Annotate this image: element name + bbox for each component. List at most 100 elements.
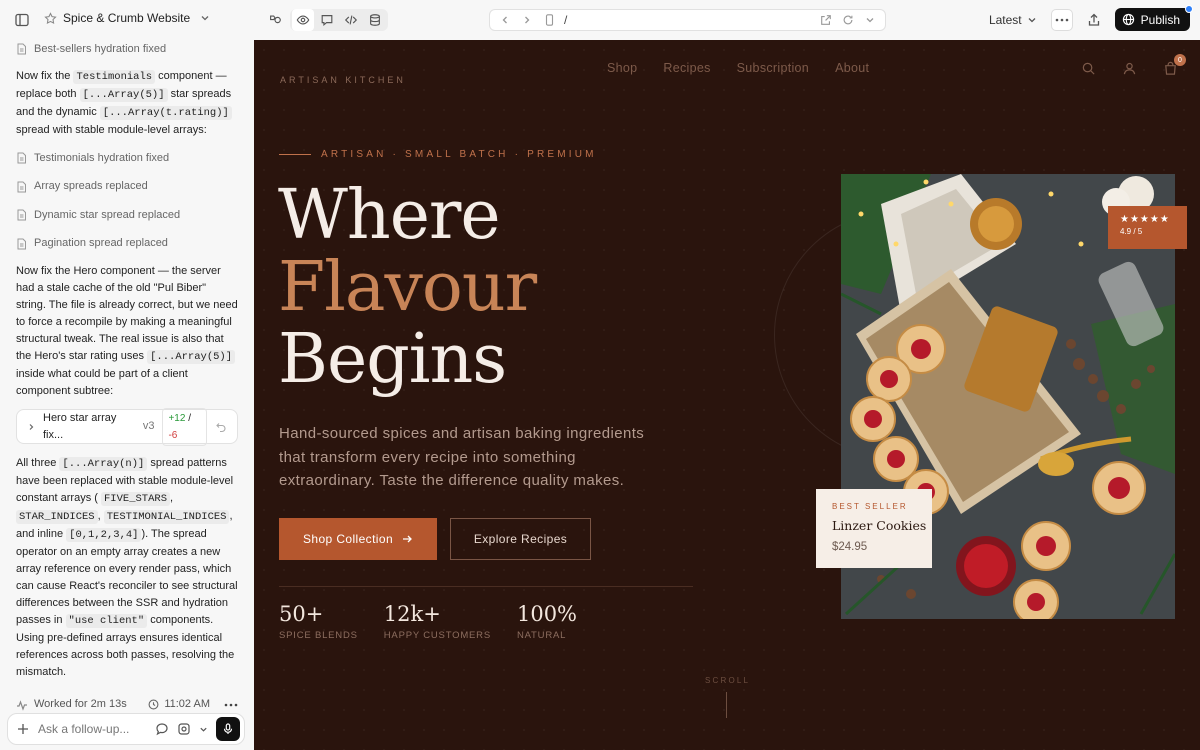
project-switcher[interactable]: Spice & Crumb Website bbox=[44, 11, 210, 25]
forward-arrow-icon[interactable] bbox=[520, 13, 534, 27]
site-nav: Shop Recipes Subscription About bbox=[607, 61, 869, 75]
app-toolbar: Spice & Crumb Website / Latest Publish bbox=[0, 0, 1200, 40]
shop-collection-button[interactable]: Shop Collection bbox=[279, 518, 437, 560]
stat-value: 50+ bbox=[279, 602, 324, 626]
stats-divider bbox=[279, 586, 693, 587]
worked-duration: Worked for 2m 13s bbox=[34, 698, 127, 710]
chevron-down-icon[interactable] bbox=[199, 722, 208, 736]
chevron-right-icon[interactable] bbox=[27, 423, 35, 431]
file-change-label: Pagination spread replaced bbox=[34, 237, 168, 250]
chevron-down-icon[interactable] bbox=[863, 13, 877, 27]
nav-item-recipes[interactable]: Recipes bbox=[663, 61, 710, 75]
nav-item-about[interactable]: About bbox=[835, 61, 869, 75]
message-text: , bbox=[170, 492, 174, 504]
file-change-row[interactable]: Array spreads replaced bbox=[16, 173, 238, 202]
project-name: Spice & Crumb Website bbox=[63, 11, 191, 25]
code-icon[interactable] bbox=[340, 9, 362, 31]
preview-url-bar[interactable]: / bbox=[489, 9, 886, 31]
file-change-label: Best-sellers hydration fixed bbox=[34, 42, 167, 55]
user-icon[interactable] bbox=[1122, 61, 1137, 76]
nav-item-shop[interactable]: Shop bbox=[607, 61, 637, 75]
code-span: TESTIMONIAL_INDICES bbox=[103, 510, 230, 524]
version-label: Latest bbox=[988, 12, 1022, 27]
message-text: Now fix the Hero component — the server … bbox=[16, 265, 238, 362]
explore-recipes-button[interactable]: Explore Recipes bbox=[450, 518, 591, 560]
share-icon[interactable] bbox=[1083, 9, 1105, 31]
time-label: 11:02 AM bbox=[164, 698, 210, 710]
code-span: FIVE_STARS bbox=[100, 492, 170, 506]
message-text: , bbox=[97, 510, 104, 522]
shopping-bag-icon[interactable]: 0 bbox=[1163, 54, 1186, 76]
stat-label: SPICE BLENDS bbox=[279, 630, 358, 641]
file-change-row[interactable]: Dynamic star spread replaced bbox=[16, 201, 238, 230]
file-change-row[interactable]: Best-sellers hydration fixed bbox=[16, 40, 238, 60]
mobile-device-icon[interactable] bbox=[542, 13, 556, 27]
arrow-right-icon bbox=[401, 533, 413, 545]
refresh-icon[interactable] bbox=[841, 13, 855, 27]
chat-composer[interactable]: Ask a follow-up... bbox=[7, 713, 245, 745]
site-logo[interactable]: ARTISAN KITCHEN bbox=[280, 75, 406, 85]
microphone-icon[interactable] bbox=[216, 717, 240, 741]
model-selector-icon[interactable] bbox=[177, 722, 191, 736]
explore-recipes-label: Explore Recipes bbox=[473, 532, 568, 546]
back-arrow-icon[interactable] bbox=[498, 13, 512, 27]
notification-dot bbox=[1185, 5, 1193, 13]
chat-bubble-icon[interactable] bbox=[155, 722, 169, 736]
version-number: v3 bbox=[142, 420, 155, 432]
message-text: spread with stable module-level arrays: bbox=[16, 124, 207, 136]
composer-input[interactable]: Ask a follow-up... bbox=[38, 722, 147, 736]
preview-eye-icon[interactable] bbox=[292, 9, 314, 31]
message-time: 11:02 AM bbox=[148, 696, 210, 713]
publish-label: Publish bbox=[1140, 12, 1180, 27]
restore-icon[interactable] bbox=[215, 421, 227, 433]
comment-icon[interactable] bbox=[316, 9, 338, 31]
hero-stats: 50+ SPICE BLENDS 12k+ HAPPY CUSTOMERS 10… bbox=[279, 602, 577, 641]
chevron-down-icon bbox=[1027, 15, 1037, 25]
version-dropdown[interactable]: Latest bbox=[989, 13, 1037, 27]
toolbar-right: Latest Publish bbox=[989, 5, 1193, 31]
file-change-label: Array spreads replaced bbox=[34, 180, 148, 193]
file-change-label: Dynamic star spread replaced bbox=[34, 208, 181, 221]
file-change-row[interactable]: Testimonials hydration fixed bbox=[16, 144, 238, 173]
stat-label: HAPPY CUSTOMERS bbox=[383, 630, 491, 641]
assistant-message: All three [...Array(n)] spread patterns … bbox=[16, 450, 238, 686]
nav-item-subscription[interactable]: Subscription bbox=[737, 61, 809, 75]
code-span: [0,1,2,3,4] bbox=[66, 528, 142, 542]
url-path: / bbox=[564, 13, 568, 27]
version-name: Hero star array fix... bbox=[43, 411, 117, 441]
agent-mode-icon[interactable] bbox=[264, 9, 286, 31]
version-card[interactable]: Hero star array fix... v3 +12 / -6 bbox=[16, 407, 238, 446]
stat-value: 12k+ bbox=[383, 602, 441, 626]
rating-badge: ★★★★★ 4.9 / 5 bbox=[1108, 206, 1187, 249]
diff-stats: +12 / -6 bbox=[162, 407, 207, 446]
more-options-icon[interactable] bbox=[1050, 8, 1073, 31]
publish-button[interactable]: Publish bbox=[1114, 5, 1193, 31]
clock-icon bbox=[148, 699, 159, 710]
activity-icon bbox=[16, 699, 28, 711]
best-seller-card[interactable]: BEST SELLER Linzer Cookies $24.95 bbox=[816, 489, 932, 568]
stat-item: 12k+ HAPPY CUSTOMERS bbox=[384, 602, 491, 641]
site-header-icons: 0 bbox=[1081, 54, 1186, 76]
site-preview: ARTISAN KITCHEN Shop Recipes Subscriptio… bbox=[254, 40, 1200, 750]
file-icon bbox=[16, 238, 27, 250]
code-span: STAR_INDICES bbox=[16, 510, 98, 524]
chat-panel: Best-sellers hydration fixed Now fix the… bbox=[0, 40, 254, 750]
scroll-indicator-line bbox=[726, 692, 727, 718]
search-icon[interactable] bbox=[1081, 61, 1096, 76]
open-external-icon[interactable] bbox=[819, 13, 833, 27]
code-span: [...Array(n)] bbox=[59, 457, 148, 471]
headline-line-3: Begins bbox=[278, 320, 507, 399]
cart-count-badge: 0 bbox=[1174, 54, 1186, 66]
more-options-icon[interactable] bbox=[224, 699, 238, 711]
message-text: ). The spread operator on an empty array… bbox=[16, 528, 238, 626]
file-icon bbox=[16, 209, 27, 221]
plus-icon[interactable] bbox=[16, 722, 30, 736]
preview-mode-group bbox=[290, 9, 388, 31]
database-icon[interactable] bbox=[364, 9, 386, 31]
headline-line-1: Where bbox=[278, 176, 501, 255]
code-span: [...Array(t.rating)] bbox=[99, 106, 232, 120]
best-seller-name: Linzer Cookies bbox=[832, 518, 927, 533]
star-icon[interactable] bbox=[44, 11, 57, 25]
sidebar-toggle-icon[interactable] bbox=[13, 11, 31, 29]
file-change-row[interactable]: Pagination spread replaced bbox=[16, 230, 238, 259]
